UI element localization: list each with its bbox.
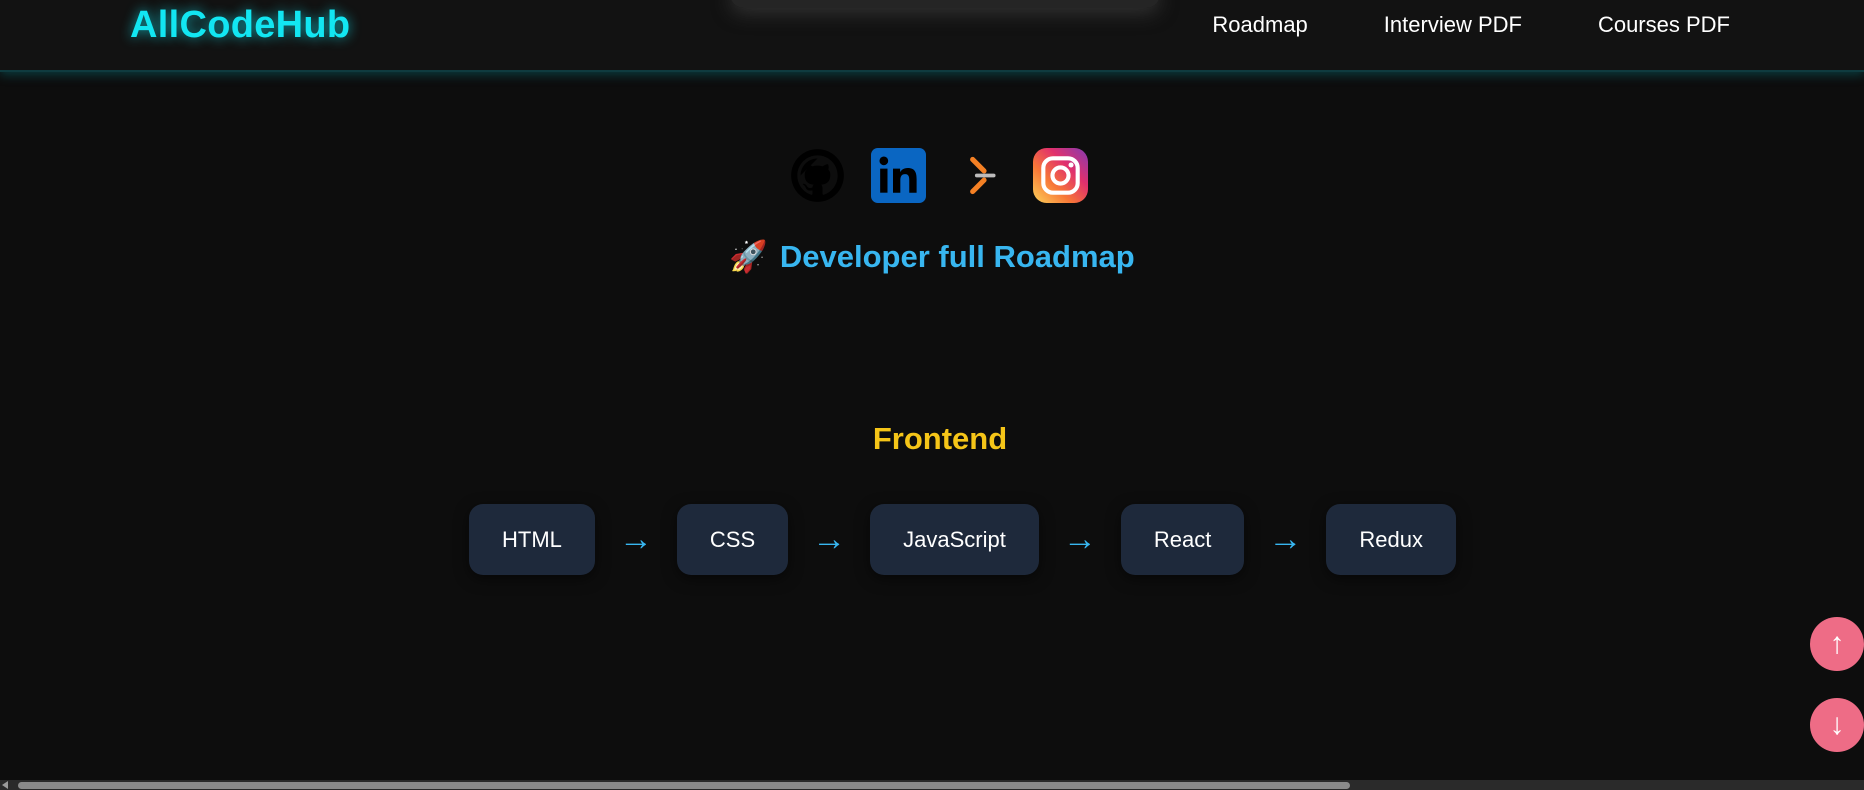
roadmap-node-javascript[interactable]: JavaScript [870, 504, 1039, 575]
roadmap-node-redux[interactable]: Redux [1326, 504, 1456, 575]
scroll-up-button[interactable]: ↑ [1810, 617, 1864, 671]
scrollbar-thumb[interactable] [18, 782, 1350, 789]
main-nav: Roadmap Interview PDF Courses PDF [1212, 12, 1730, 38]
top-navbar: AllCodeHub Roadmap Interview PDF Courses… [0, 0, 1864, 72]
nav-link-interview-pdf[interactable]: Interview PDF [1384, 12, 1522, 38]
page-title: 🚀 Developer full Roadmap [0, 238, 1864, 275]
github-icon[interactable] [790, 148, 845, 203]
scroll-left-arrow-icon[interactable] [2, 781, 8, 789]
linkedin-icon[interactable] [871, 148, 926, 203]
site-logo[interactable]: AllCodeHub [130, 4, 350, 47]
social-links [790, 148, 1088, 203]
arrow-icon: → [1062, 520, 1097, 558]
scroll-down-button[interactable]: ↓ [1810, 698, 1864, 752]
rocket-icon: 🚀 [729, 239, 768, 274]
nav-link-roadmap[interactable]: Roadmap [1212, 12, 1307, 38]
nav-link-courses-pdf[interactable]: Courses PDF [1598, 12, 1730, 38]
instagram-icon[interactable] [1033, 148, 1088, 203]
section-title-frontend: Frontend [872, 421, 1008, 456]
stackoverflow-icon[interactable] [952, 148, 1007, 203]
arrow-icon: → [618, 520, 653, 558]
arrow-icon: → [812, 520, 847, 558]
horizontal-scrollbar[interactable] [0, 780, 1864, 790]
roadmap-node-css[interactable]: CSS [676, 504, 789, 575]
arrow-icon: → [1268, 520, 1303, 558]
page-title-text: Developer full Roadmap [779, 239, 1135, 274]
roadmap-node-react[interactable]: React [1120, 504, 1245, 575]
header-glow-decoration [730, 0, 1160, 8]
roadmap-flow: HTML → CSS → JavaScript → React → Redux [469, 504, 1456, 575]
roadmap-node-html[interactable]: HTML [469, 504, 595, 575]
page: AllCodeHub Roadmap Interview PDF Courses… [0, 0, 1864, 790]
